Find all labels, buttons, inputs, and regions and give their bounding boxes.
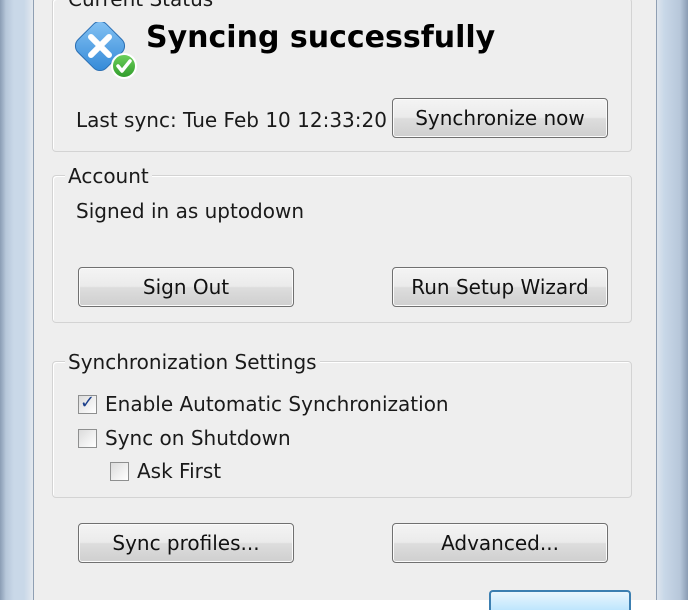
checkbox-box[interactable] — [110, 461, 129, 481]
advanced-button[interactable]: Advanced... — [392, 523, 608, 563]
frame-border-right — [656, 0, 657, 600]
run-setup-wizard-button[interactable]: Run Setup Wizard — [392, 267, 608, 307]
checkbox-box[interactable]: ✓ — [78, 391, 97, 414]
account-title: Account — [65, 164, 152, 188]
synchronize-now-button[interactable]: Synchronize now — [392, 98, 608, 138]
ask-first-checkbox[interactable]: Ask First — [110, 458, 221, 484]
sync-settings-title: Synchronization Settings — [65, 350, 320, 374]
sync-profiles-button[interactable]: Sync profiles... — [78, 523, 294, 563]
default-dialog-button[interactable] — [489, 590, 631, 610]
sign-out-button[interactable]: Sign Out — [78, 267, 294, 307]
checkbox-box[interactable] — [78, 428, 97, 448]
checkbox-label: Enable Automatic Synchronization — [105, 392, 449, 416]
last-sync-text: Last sync: Tue Feb 10 12:33:20 — [76, 108, 387, 132]
dialog-client-area: Current Status — [34, 0, 656, 610]
checkbox-label: Ask First — [137, 459, 222, 483]
current-status-title: Current Status — [65, 0, 217, 11]
checkbox-label: Sync on Shutdown — [105, 426, 291, 450]
sync-status-text: Syncing successfully — [146, 20, 496, 55]
checkmark-icon: ✓ — [80, 391, 96, 413]
enable-auto-sync-checkbox[interactable]: ✓ Enable Automatic Synchronization — [78, 391, 449, 417]
sync-on-shutdown-checkbox[interactable]: Sync on Shutdown — [78, 425, 291, 451]
window-frame: Current Status — [0, 0, 688, 610]
sync-ok-icon — [74, 20, 140, 80]
signed-in-text: Signed in as uptodown — [76, 199, 305, 223]
